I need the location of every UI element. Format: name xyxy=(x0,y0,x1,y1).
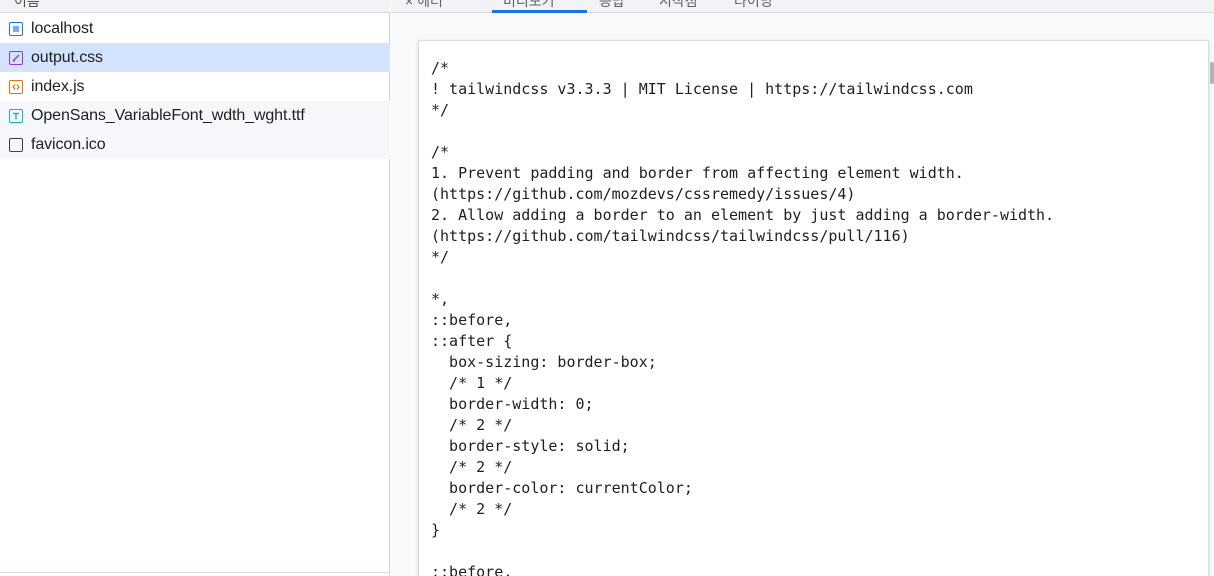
code-line: /* 2 */ xyxy=(431,458,513,476)
code-line: border-color: currentColor; xyxy=(431,479,693,497)
code-line: ::after { xyxy=(431,332,513,350)
code-line: /* xyxy=(431,143,450,161)
code-line: (https://github.com/mozdevs/cssremedy/is… xyxy=(431,185,856,203)
code-line: 1. Prevent padding and border from affec… xyxy=(431,164,964,182)
response-panel: × 헤더 미리보기 응답 시작점 타이밍 /* ! tailwindcss v3.… xyxy=(391,0,1214,576)
file-row-localhost[interactable]: localhost xyxy=(0,14,390,43)
code-line: ::before, xyxy=(431,563,513,576)
tab-initiator[interactable]: 시작점 xyxy=(659,0,698,13)
code-line: /* xyxy=(431,59,450,77)
document-icon xyxy=(9,21,23,36)
code-line: /* 1 */ xyxy=(431,374,513,392)
file-row-opensans-font[interactable]: OpenSans_VariableFont_wdth_wght.ttf xyxy=(0,101,390,130)
file-name: OpenSans_VariableFont_wdth_wght.ttf xyxy=(31,106,305,124)
code-line: 2. Allow adding a border to an element b… xyxy=(431,206,1055,224)
file-row-index-js[interactable]: index.js xyxy=(0,72,390,101)
file-list-header: 이름 xyxy=(0,0,390,13)
code-line: } xyxy=(431,521,441,539)
tab-response[interactable]: 응답 xyxy=(599,0,625,13)
tab-headers[interactable]: × 헤더 xyxy=(405,0,443,13)
file-row-favicon[interactable]: favicon.ico xyxy=(0,130,390,159)
css-file-icon xyxy=(9,50,23,65)
vertical-scrollbar[interactable] xyxy=(1210,62,1214,84)
active-tab-indicator xyxy=(492,10,587,13)
js-file-icon xyxy=(9,79,23,94)
code-line: border-style: solid; xyxy=(431,437,630,455)
code-line: box-sizing: border-box; xyxy=(431,353,657,371)
code-line: ::before, xyxy=(431,311,513,329)
css-source-code: /* ! tailwindcss v3.3.3 | MIT License | h… xyxy=(431,58,1054,576)
file-name: favicon.ico xyxy=(31,135,106,153)
file-name: localhost xyxy=(31,19,94,37)
file-row-output-css[interactable]: output.css xyxy=(0,43,390,72)
font-file-icon xyxy=(9,108,23,123)
code-line: */ xyxy=(431,248,450,266)
code-line: *, xyxy=(431,290,450,308)
code-line: border-width: 0; xyxy=(431,395,594,413)
file-name: index.js xyxy=(31,77,85,95)
name-column-header[interactable]: 이름 xyxy=(14,0,40,11)
code-line: (https://github.com/tailwindcss/tailwind… xyxy=(431,227,910,245)
blank-file-icon xyxy=(9,137,23,152)
tab-bar: × 헤더 미리보기 응답 시작점 타이밍 xyxy=(391,0,1214,13)
code-line: */ xyxy=(431,101,450,119)
file-name: output.css xyxy=(31,48,103,66)
file-list: localhost output.css index.js OpenSans_V… xyxy=(0,14,390,159)
file-list-panel: 이름 localhost output.css index.js OpenSan… xyxy=(0,0,390,576)
code-line: /* 2 */ xyxy=(431,500,513,518)
code-line: ! tailwindcss v3.3.3 | MIT License | htt… xyxy=(431,80,973,98)
tab-timing[interactable]: 타이밍 xyxy=(734,0,773,13)
divider xyxy=(0,572,390,573)
code-line: /* 2 */ xyxy=(431,416,513,434)
code-preview-frame[interactable]: /* ! tailwindcss v3.3.3 | MIT License | h… xyxy=(418,40,1209,576)
